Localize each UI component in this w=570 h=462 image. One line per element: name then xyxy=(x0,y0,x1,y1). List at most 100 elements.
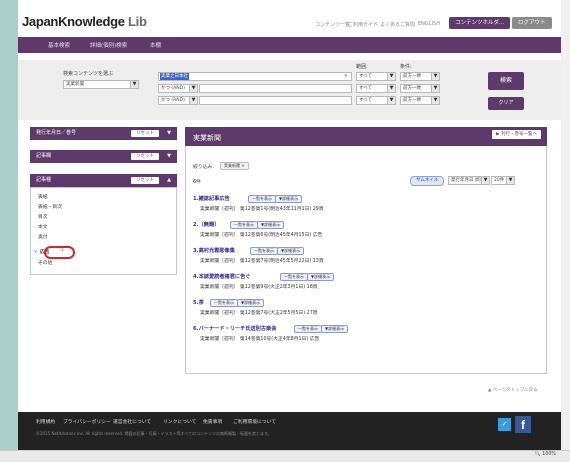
condition-select-1[interactable]: 前方一致 ▼ xyxy=(400,72,440,81)
list-view-tag[interactable]: 一覧を表示 xyxy=(230,221,258,229)
clear-button[interactable]: クリア xyxy=(488,97,524,110)
condition-select-2[interactable]: 前方一致 ▼ xyxy=(400,84,440,93)
result-title-6[interactable]: 6.バーナード・リーチ氏送別古楽会 xyxy=(193,325,276,332)
sidebar-item-body[interactable]: 本文 xyxy=(38,223,48,230)
result-meta-2: 実業新聞〔週刊〕 第12巻第6号(明治45年4月15日) 広告 xyxy=(200,233,323,238)
range-select-1[interactable]: すべて ▼ xyxy=(356,72,396,81)
sidebar-item-colophon[interactable]: 奥付 xyxy=(38,233,48,240)
header-link-english[interactable]: ENGLISH xyxy=(418,21,440,27)
chevron-up-icon: ▲ xyxy=(167,177,171,183)
result-meta-3: 実業新聞〔週刊〕 第12巻第7号(明治45年5月22日) 13頁 xyxy=(200,259,324,264)
reset-button[interactable]: リセット xyxy=(131,130,159,137)
list-view-tag[interactable]: 一覧を表示 xyxy=(280,273,308,281)
reset-button[interactable]: リセット xyxy=(131,177,159,184)
nav-bookshelf[interactable]: 本棚 xyxy=(150,41,161,49)
chevron-down-icon: ▼ xyxy=(167,153,171,159)
detail-view-tag[interactable]: ▼詳細表示 xyxy=(237,299,265,307)
search-button[interactable]: 検索 xyxy=(488,72,524,90)
footer-link-company[interactable]: 運営会社について xyxy=(113,418,151,425)
site-logo[interactable]: JapanKnowledge Lib xyxy=(22,14,147,29)
operator-select-1[interactable]: かつ (AND) ▼ xyxy=(158,84,198,93)
list-view-tag[interactable]: 一覧を表示 xyxy=(210,299,238,307)
header-link-guide[interactable]: ご利用ガイド xyxy=(348,21,378,28)
chevron-down-icon: ▼ xyxy=(431,97,439,104)
footer-link-links[interactable]: リンクについて xyxy=(163,418,196,425)
detail-view-tag[interactable]: ▼詳細表示 xyxy=(277,247,305,255)
footer-link-disclaimer[interactable]: 免責事項 xyxy=(203,418,222,425)
detail-view-tag[interactable]: ▼詳細表示 xyxy=(307,273,335,281)
result-title-2[interactable]: 2.〔無題〕 xyxy=(193,221,219,228)
condition-select-3[interactable]: 前方一致 ▼ xyxy=(400,96,440,105)
sidebar-item-toc[interactable]: 目次 xyxy=(38,213,48,220)
page: JapanKnowledge Lib コンテンツ一覧 ご利用ガイド よくあるご質… xyxy=(18,0,561,450)
twitter-icon[interactable]: ✓ xyxy=(498,418,511,431)
result-title-3[interactable]: 3.高村光雲彫像集 xyxy=(193,247,235,254)
chevron-down-icon: ▼ xyxy=(167,130,171,136)
filter-tag[interactable]: 実業新聞 × xyxy=(220,162,249,170)
operator-select-2[interactable]: かつ (AND) ▼ xyxy=(158,96,198,105)
result-title-4[interactable]: 4.本誌愛読者諸君に告ぐ xyxy=(193,273,250,280)
header-link-faq[interactable]: よくあるご質問 xyxy=(380,21,415,28)
reset-button[interactable]: リセット xyxy=(131,153,159,160)
footer-copyright: ©2015 NetAdvance Inc. All rights reserve… xyxy=(36,431,272,436)
user-menu-button[interactable]: コンテンツホルダ... xyxy=(449,17,511,29)
footer-link-privacy[interactable]: プライバシーポリシー xyxy=(63,418,111,425)
result-count: 6件 xyxy=(193,180,201,185)
chevron-down-icon: ▼ xyxy=(431,85,439,92)
range-label: 範囲: xyxy=(356,64,368,70)
chevron-down-icon: ▼ xyxy=(506,177,514,184)
sort-select[interactable]: 発行年月日 昇順 ▼ xyxy=(448,176,490,185)
detail-view-tag[interactable]: ▼詳細表示 xyxy=(275,195,303,203)
filter-label: 絞り込み: xyxy=(193,165,214,170)
chevron-down-icon: ▼ xyxy=(387,97,395,104)
result-meta-4: 実業新聞〔週刊〕 第12巻第9号(大正2年3月1日) 18頁 xyxy=(200,285,318,290)
keyword-input-value: 実業之日本社 xyxy=(160,73,189,80)
per-page-select[interactable]: 20件 ▼ xyxy=(491,176,515,185)
nav-detailed-search[interactable]: 詳細(個別)検索 xyxy=(90,41,127,49)
footer-link-terms[interactable]: 利用規約 xyxy=(36,418,55,425)
result-meta-6: 実業新聞〔週刊〕 第14巻第10号(大正4年8月1日) 広告 xyxy=(200,337,320,342)
sidebar-item-cover-toc[interactable]: 表紙・目次 xyxy=(38,203,62,210)
chevron-down-icon: ▼ xyxy=(481,177,489,184)
detail-view-tag[interactable]: ▼詳細表示 xyxy=(321,325,349,333)
list-view-tag[interactable]: 一覧を表示 xyxy=(294,325,322,333)
zoom-level[interactable]: 🔍 100% xyxy=(535,452,556,457)
result-title-5[interactable]: 5.茶 xyxy=(193,299,204,306)
chevron-down-icon: ▼ xyxy=(189,85,197,92)
range-select-3[interactable]: すべて ▼ xyxy=(356,96,396,105)
list-view-tag[interactable]: 一覧を表示 xyxy=(250,247,278,255)
sidebar-item-cover[interactable]: 表紙 xyxy=(38,193,48,200)
sidebar-section-article-type[interactable]: 記事種 リセット ▲ xyxy=(30,174,177,187)
chevron-down-icon: ▼ xyxy=(189,97,197,104)
keyword-input-2[interactable] xyxy=(199,84,352,93)
highlight-circle xyxy=(44,246,75,259)
result-title-1[interactable]: 1.雑誌記事広告 xyxy=(193,195,230,202)
chevron-down-icon: ▼ xyxy=(431,73,439,80)
result-meta-1: 実業新聞〔週刊〕 第12巻第1号(明治43年11月1日) 29頁 xyxy=(200,207,324,212)
results-title: 実業新聞 xyxy=(193,134,221,142)
detail-view-tag[interactable]: ▼詳細表示 xyxy=(257,221,285,229)
status-bar xyxy=(0,450,570,462)
sidebar-section-column[interactable]: 記事欄 リセット ▼ xyxy=(30,150,177,163)
facebook-icon[interactable]: f xyxy=(515,416,531,433)
clear-input-icon[interactable]: × xyxy=(344,73,348,80)
nav-basic-search[interactable]: 基本検索 xyxy=(48,41,70,49)
keyword-input[interactable]: 実業之日本社 × xyxy=(158,72,352,81)
doc-list-link[interactable]: ▶ 刊行・巻号一覧へ xyxy=(492,130,541,139)
results-header: 実業新聞 ▶ 刊行・巻号一覧へ xyxy=(185,127,547,146)
sidebar-item-other[interactable]: その他 xyxy=(38,259,52,266)
logout-button[interactable]: ログアウト xyxy=(512,17,552,29)
chevron-down-icon: ▼ xyxy=(387,85,395,92)
page-top-link[interactable]: ▲ ページのトップに戻る xyxy=(488,387,538,393)
header-link-contents[interactable]: コンテンツ一覧 xyxy=(315,21,350,28)
content-select[interactable]: 実業新聞 ▼ xyxy=(63,80,139,89)
chevron-down-icon: ▼ xyxy=(130,81,138,88)
thumbnail-button[interactable]: サムネイル xyxy=(410,176,445,186)
list-view-tag[interactable]: 一覧を表示 xyxy=(248,195,276,203)
footer-link-environment[interactable]: ご利用環境について xyxy=(233,418,276,425)
scrollbar[interactable] xyxy=(561,0,570,450)
sidebar-section-date[interactable]: 発行年月日／巻号 リセット ▼ xyxy=(30,127,177,140)
result-meta-5: 実業新聞〔週刊〕 第12巻第7号(大正2年5月5日) 27頁 xyxy=(200,311,318,316)
range-select-2[interactable]: すべて ▼ xyxy=(356,84,396,93)
keyword-input-3[interactable] xyxy=(199,96,352,105)
